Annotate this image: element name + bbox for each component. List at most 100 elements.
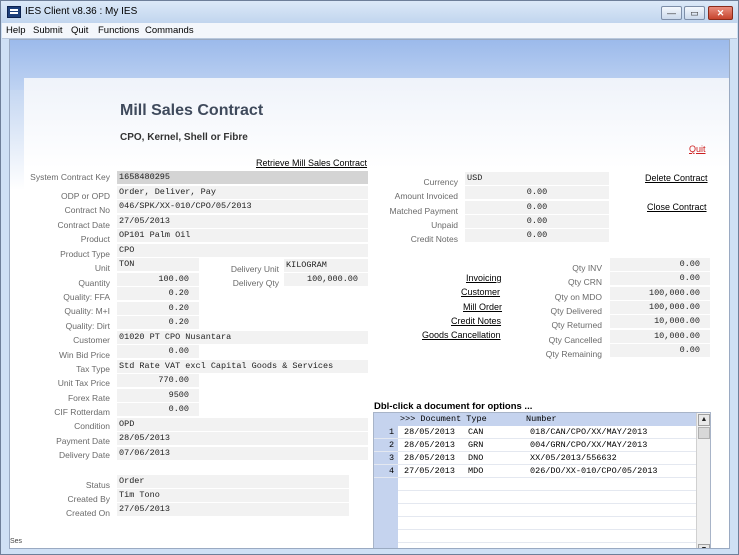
row-type: GRN: [468, 440, 484, 450]
label-condition: Condition: [74, 421, 110, 431]
menu-commands[interactable]: Commands: [145, 25, 194, 36]
table-row[interactable]: 1 28/05/2013 CAN 018/CAN/CPO/XX/MAY/2013: [374, 426, 696, 439]
system-contract-key-field: 1658480295: [117, 171, 368, 184]
label-delivery-date: Delivery Date: [58, 450, 110, 460]
tax-type-field[interactable]: Std Rate VAT excl Capital Goods & Servic…: [117, 360, 368, 373]
label-quality-ffa: Quality: FFA: [63, 292, 110, 302]
win-bid-price-field[interactable]: 0.00: [117, 345, 199, 358]
empty-row: [398, 504, 696, 517]
quality-dirt-field[interactable]: 0.20: [117, 316, 199, 329]
qty-remaining-field: 0.00: [610, 344, 710, 357]
customer-link[interactable]: Customer: [461, 287, 500, 297]
scroll-down-icon[interactable]: ▼: [698, 544, 710, 548]
credit-notes-field: 0.00: [465, 229, 609, 242]
table-row[interactable]: 2 28/05/2013 GRN 004/GRN/CPO/XX/MAY/2013: [374, 439, 696, 452]
close-contract-link[interactable]: Close Contract: [647, 202, 707, 212]
row-index: 2: [389, 440, 395, 450]
empty-row: [398, 530, 696, 543]
label-customer: Customer: [73, 335, 110, 345]
minimize-button[interactable]: —: [661, 6, 682, 20]
row-number: 018/CAN/CPO/XX/MAY/2013: [530, 427, 648, 437]
window-title: IES Client v8.36 : My IES: [25, 6, 138, 17]
menu-quit[interactable]: Quit: [71, 25, 88, 36]
qty-inv-field: 0.00: [610, 258, 710, 271]
forex-rate-field[interactable]: 9500: [117, 389, 199, 402]
delivery-unit-field[interactable]: KILOGRAM: [284, 259, 368, 272]
documents-grid: >>> Document Type Number 1 28/05/2013 CA…: [373, 412, 711, 548]
row-date: 28/05/2013: [404, 427, 456, 437]
customer-field[interactable]: 01020 PT CPO Nusantara: [117, 331, 368, 344]
col-header-document-type[interactable]: >>> Document Type: [400, 413, 487, 426]
row-number: XX/05/2013/556632: [530, 453, 617, 463]
label-cif-rotterdam: CIF Rotterdam: [54, 407, 110, 417]
quality-mi-field[interactable]: 0.20: [117, 302, 199, 315]
row-index: 1: [389, 427, 395, 437]
delivery-qty-field[interactable]: 100,000.00: [284, 273, 368, 286]
unit-tax-price-field[interactable]: 770.00: [117, 374, 199, 387]
unit-field[interactable]: TON: [117, 258, 199, 271]
app-window: IES Client v8.36 : My IES — ▭ ✕ Help Sub…: [0, 0, 739, 555]
menu-help[interactable]: Help: [6, 25, 26, 36]
product-type-field[interactable]: CPO: [117, 244, 368, 257]
row-type: MDO: [468, 466, 484, 476]
row-number: 004/GRN/CPO/XX/MAY/2013: [530, 440, 648, 450]
delivery-date-field[interactable]: 07/06/2013: [117, 447, 368, 460]
label-unit-tax-price: Unit Tax Price: [57, 378, 110, 388]
row-type: DNO: [468, 453, 484, 463]
contract-no-field[interactable]: 046/SPK/XX-010/CPO/05/2013: [117, 200, 368, 213]
row-date: 28/05/2013: [404, 440, 456, 450]
qty-delivered-field: 100,000.00: [610, 301, 710, 314]
label-payment-date: Payment Date: [56, 436, 110, 446]
goods-cancellation-link[interactable]: Goods Cancellation: [422, 330, 501, 340]
grid-header: >>> Document Type Number: [374, 413, 696, 426]
payment-date-field[interactable]: 28/05/2013: [117, 432, 368, 445]
credit-notes-link[interactable]: Credit Notes: [451, 316, 501, 326]
grid-scrollbar[interactable]: ▲ ▼: [696, 413, 710, 548]
label-qty-returned: Qty Returned: [551, 320, 602, 330]
qty-cancelled-field: 10,000.00: [610, 330, 710, 343]
menu-functions[interactable]: Functions: [98, 25, 139, 36]
contract-date-field[interactable]: 27/05/2013: [117, 215, 368, 228]
label-product-type: Product Type: [60, 249, 110, 259]
created-by-field: Tim Tono: [117, 489, 349, 502]
retrieve-contract-link[interactable]: Retrieve Mill Sales Contract: [256, 158, 367, 168]
delete-contract-link[interactable]: Delete Contract: [645, 173, 708, 183]
quit-link[interactable]: Quit: [689, 144, 706, 154]
menu-bar: Help Submit Quit Functions Commands: [2, 23, 737, 39]
quality-ffa-field[interactable]: 0.20: [117, 287, 199, 300]
product-field[interactable]: OP101 Palm Oil: [117, 229, 368, 242]
table-row[interactable]: 3 28/05/2013 DNO XX/05/2013/556632: [374, 452, 696, 465]
amount-invoiced-field: 0.00: [465, 186, 609, 199]
label-created-on: Created On: [66, 508, 110, 518]
row-number: 026/DO/XX-010/CPO/05/2013: [530, 466, 658, 476]
label-odp-or-opd: ODP or OPD: [61, 191, 110, 201]
label-qty-on-mdo: Qty on MDO: [554, 292, 602, 302]
label-unit: Unit: [94, 263, 110, 273]
table-row[interactable]: 4 27/05/2013 MDO 026/DO/XX-010/CPO/05/20…: [374, 465, 696, 478]
mill-order-link[interactable]: Mill Order: [463, 302, 502, 312]
qty-returned-field: 10,000.00: [610, 315, 710, 328]
condition-field[interactable]: OPD: [117, 418, 368, 431]
scroll-thumb[interactable]: [698, 427, 710, 439]
empty-row: [398, 478, 696, 491]
quantity-field[interactable]: 100.00: [117, 273, 199, 286]
app-icon: [7, 6, 21, 18]
status-field: Order: [117, 475, 349, 488]
row-date: 27/05/2013: [404, 466, 456, 476]
close-button[interactable]: ✕: [708, 6, 733, 20]
invoicing-link[interactable]: Invoicing: [466, 273, 502, 283]
menu-submit[interactable]: Submit: [33, 25, 63, 36]
side-panel-fragment: Ses: [10, 538, 23, 545]
label-credit-notes: Credit Notes: [410, 234, 458, 244]
odp-or-opd-field[interactable]: Order, Deliver, Pay: [117, 186, 368, 199]
qty-crn-field: 0.00: [610, 272, 710, 285]
label-quantity: Quantity: [78, 278, 110, 288]
scroll-up-icon[interactable]: ▲: [698, 414, 710, 426]
matched-payment-field: 0.00: [465, 201, 609, 214]
label-delivery-qty: Delivery Qty: [232, 278, 279, 288]
label-tax-type: Tax Type: [76, 364, 110, 374]
label-matched-payment: Matched Payment: [389, 206, 458, 216]
cif-rotterdam-field[interactable]: 0.00: [117, 403, 199, 416]
col-header-number[interactable]: Number: [526, 413, 557, 426]
maximize-button[interactable]: ▭: [684, 6, 705, 20]
